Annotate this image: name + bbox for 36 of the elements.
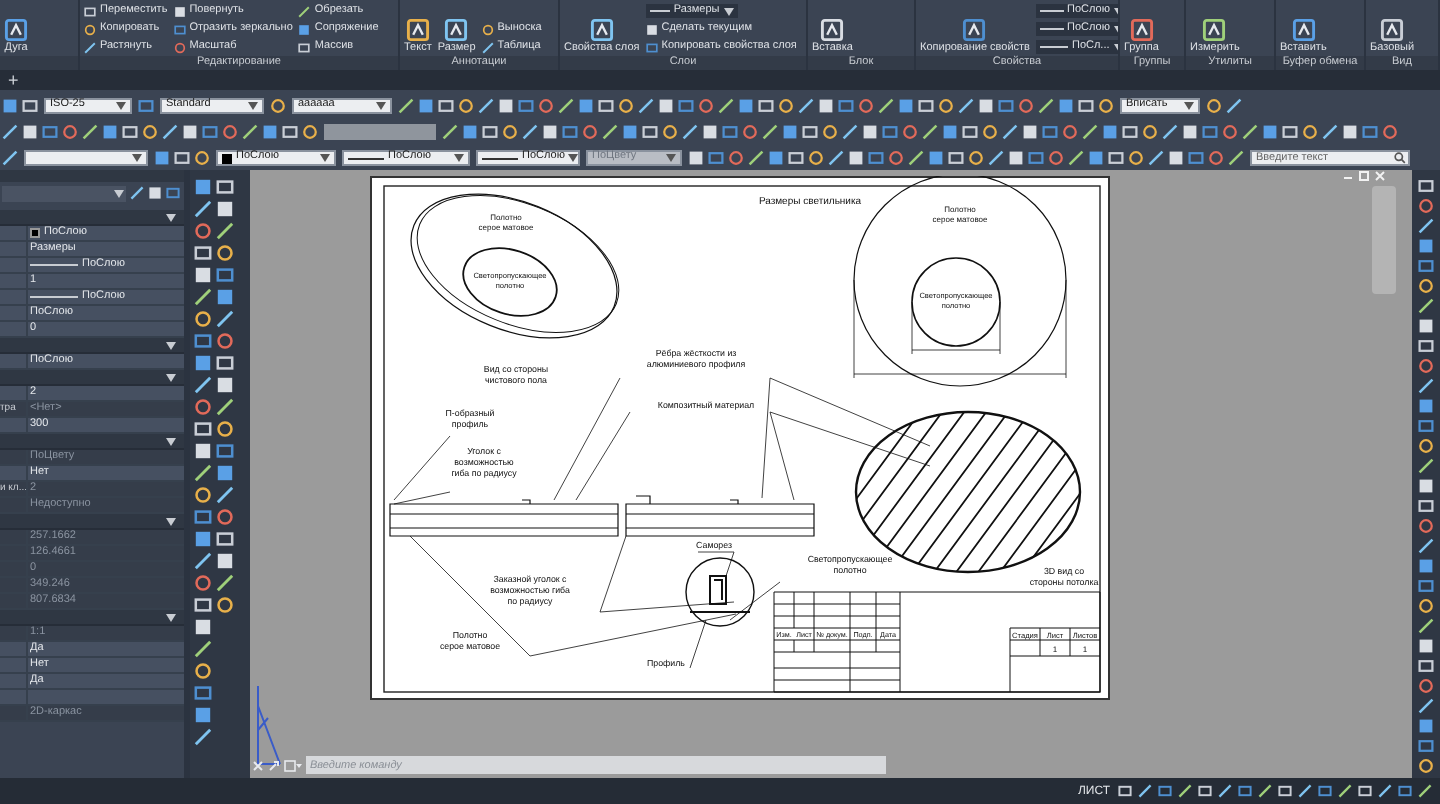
caret-icon[interactable] — [320, 154, 330, 162]
drawing-canvas[interactable] — [250, 170, 1412, 778]
caret-icon[interactable] — [568, 154, 579, 162]
tool-icon[interactable] — [444, 18, 469, 42]
object-dropdown[interactable] — [2, 185, 126, 201]
caret-icon[interactable] — [723, 7, 734, 15]
tool-icon[interactable] — [1129, 18, 1154, 42]
tool-icon[interactable] — [962, 18, 987, 42]
wrench-icon[interactable] — [268, 759, 280, 771]
leader-line — [553, 377, 621, 501]
close-icon[interactable] — [252, 759, 264, 771]
tool-icon[interactable] — [4, 18, 28, 42]
caret-icon[interactable] — [376, 102, 386, 110]
caret-icon[interactable] — [166, 213, 176, 221]
new-tab-button[interactable]: + — [4, 71, 23, 89]
tool-icon[interactable] — [1380, 18, 1405, 42]
dropdown[interactable] — [24, 150, 148, 166]
detail-circle-drawing — [685, 557, 755, 627]
disabled-field — [324, 124, 436, 140]
caret-icon[interactable] — [132, 154, 142, 162]
tool-icon[interactable] — [405, 18, 430, 42]
search-icon[interactable] — [1394, 152, 1406, 164]
caret-icon[interactable] — [454, 154, 464, 162]
tool-icon[interactable] — [589, 18, 614, 42]
caret-icon[interactable] — [114, 189, 124, 197]
leader-line — [697, 551, 735, 577]
tool-icon[interactable] — [1291, 18, 1316, 42]
caret-icon[interactable] — [116, 102, 126, 110]
color-swatch — [30, 228, 40, 238]
leader-line — [575, 411, 631, 501]
line-sample — [30, 296, 78, 298]
caret-icon[interactable] — [248, 102, 258, 110]
tool-icon[interactable] — [1202, 18, 1227, 42]
caret-icon[interactable] — [1184, 102, 1194, 110]
line-sample — [30, 264, 78, 266]
ucs-icon — [254, 686, 282, 766]
